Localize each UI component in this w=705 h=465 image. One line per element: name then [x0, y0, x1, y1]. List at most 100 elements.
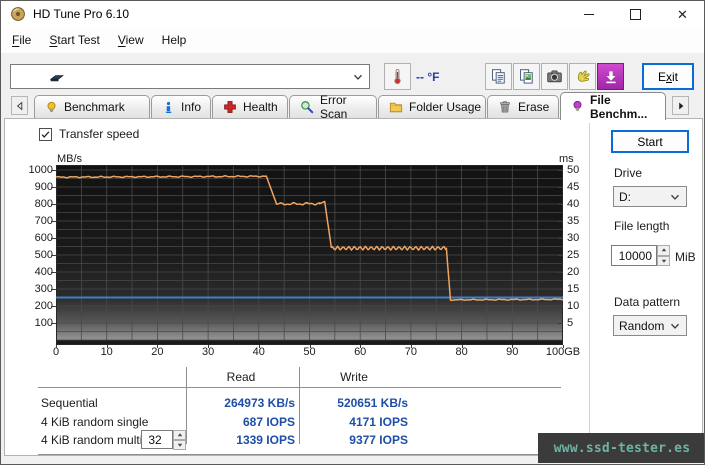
queue-depth-stepper[interactable]: 32	[141, 430, 186, 450]
axis-tick-label: 50	[567, 164, 580, 176]
queue-depth-down-button[interactable]	[173, 440, 186, 450]
file-length-stepper[interactable]: 10000	[611, 245, 670, 266]
axis-tick-mark	[558, 221, 563, 222]
axis-tick-label: 100	[34, 317, 53, 329]
thermometer-icon	[389, 68, 406, 85]
axis-tick-mark	[558, 289, 563, 290]
tab-benchmark[interactable]: Benchmark	[34, 95, 150, 118]
magnifier-icon	[300, 100, 314, 114]
axis-tick-mark	[558, 204, 563, 205]
data-pattern-value: Random	[619, 318, 665, 333]
tab-label: Benchmark	[64, 100, 125, 114]
axis-tick-mark	[558, 187, 563, 188]
axis-tick-mark	[558, 323, 563, 324]
menubar: File Start Test View Help	[1, 27, 704, 53]
axis-tick-mark	[157, 345, 159, 348]
app-disk-icon	[10, 6, 26, 22]
table-rule-bottom	[38, 454, 561, 455]
axis-tick-mark	[558, 306, 563, 307]
tab-info[interactable]: Info	[151, 95, 211, 118]
tab-error-scan[interactable]: Error Scan	[289, 93, 377, 121]
copy-button[interactable]	[485, 63, 512, 90]
drive-combobox[interactable]: D:	[613, 186, 687, 207]
tab-label: Info	[181, 100, 202, 114]
axis-tick-mark	[56, 345, 57, 348]
trash-icon	[498, 100, 512, 114]
window-title: HD Tune Pro 6.10	[33, 7, 130, 21]
arrow-down-icon	[176, 441, 184, 449]
axis-tick-label: 45	[567, 181, 580, 193]
menu-view[interactable]: View	[109, 29, 153, 51]
health-cross-icon	[223, 100, 237, 114]
axis-tick-mark	[51, 289, 56, 290]
tab-label: Erase	[518, 100, 550, 114]
tab-health[interactable]: Health	[212, 95, 288, 118]
exit-button[interactable]: Exit	[642, 63, 694, 90]
file-length-up-button[interactable]	[657, 245, 670, 256]
temperature-button[interactable]	[384, 63, 411, 90]
results-read-value: 1339 IOPS	[236, 433, 295, 447]
close-button[interactable]: ✕	[659, 1, 704, 27]
axis-tick-label: 400	[34, 266, 53, 278]
tab-scroll-left-button[interactable]	[11, 96, 28, 115]
file-benchmark-bulb-icon	[571, 100, 584, 113]
disk-icon	[49, 69, 65, 85]
axis-tick-mark	[558, 170, 563, 171]
axis-tick-mark	[51, 187, 56, 188]
queue-depth-value[interactable]: 32	[141, 430, 173, 449]
axis-tick-mark	[461, 345, 463, 348]
results-col-header-write: Write	[340, 370, 368, 384]
data-pattern-combobox[interactable]: Random	[613, 315, 687, 336]
axis-tick-mark	[51, 306, 56, 307]
menu-help[interactable]: Help	[153, 29, 196, 51]
tab-scroll-right-button[interactable]	[672, 96, 689, 115]
start-button[interactable]: Start	[611, 130, 689, 153]
file-length-down-button[interactable]	[657, 255, 670, 266]
download-button[interactable]	[597, 63, 624, 90]
maximize-icon	[630, 8, 641, 20]
hand-button[interactable]	[569, 63, 596, 90]
tab-label: Health	[243, 100, 278, 114]
tab-folder-usage[interactable]: Folder Usage	[378, 95, 486, 118]
results-row-label: Sequential	[41, 396, 98, 410]
results-write-value: 520651 KB/s	[337, 396, 408, 410]
axis-tick-label: 500	[34, 249, 53, 261]
tabbar: Benchmark Info Health Error Scan Folder Usag…	[1, 91, 704, 121]
axis-tick-label: 600	[34, 232, 53, 244]
axis-tick-mark	[51, 204, 56, 205]
minimize-button[interactable]	[565, 1, 612, 27]
axis-tick-mark	[51, 170, 56, 171]
hd-tune-window: HD Tune Pro 6.10 ✕ File Start Test View Hel…	[0, 0, 705, 465]
menu-file[interactable]: File	[3, 29, 40, 51]
axis-tick-label: 15	[567, 283, 580, 295]
info-icon	[162, 101, 175, 114]
tab-file-benchm[interactable]: File Benchm...	[560, 92, 666, 121]
tab-erase[interactable]: Erase	[487, 95, 559, 118]
benchmark-chart	[56, 165, 563, 345]
drive-value: D:	[619, 189, 631, 204]
axis-tick-mark	[51, 221, 56, 222]
file-length-value[interactable]: 10000	[611, 245, 657, 266]
axis-tick-mark	[51, 272, 56, 273]
axis-tick-label: 5	[567, 317, 574, 329]
tab-label: Error Scan	[320, 93, 348, 121]
maximize-button[interactable]	[612, 1, 659, 27]
axis-tick-label: 200	[34, 300, 53, 312]
axis-tick-mark	[410, 345, 412, 348]
axis-tick-label: 300	[34, 283, 53, 295]
transfer-speed-label: Transfer speed	[59, 127, 140, 141]
axis-tick-mark	[309, 345, 311, 348]
folder-icon	[389, 100, 403, 114]
menu-start-test[interactable]: Start Test	[40, 29, 108, 51]
tab-label: File Benchm...	[590, 92, 648, 121]
queue-depth-up-button[interactable]	[173, 430, 186, 440]
camera-button[interactable]	[541, 63, 568, 90]
copy-image-button[interactable]	[513, 63, 540, 90]
transfer-speed-checkbox[interactable]	[39, 128, 52, 141]
axis-tick-mark	[512, 345, 514, 348]
chevron-down-icon	[668, 190, 682, 204]
arrow-right-icon	[675, 100, 687, 112]
drive-select-combobox[interactable]	[10, 64, 370, 89]
titlebar: HD Tune Pro 6.10 ✕	[1, 1, 704, 27]
axis-tick-label: 10	[567, 300, 580, 312]
